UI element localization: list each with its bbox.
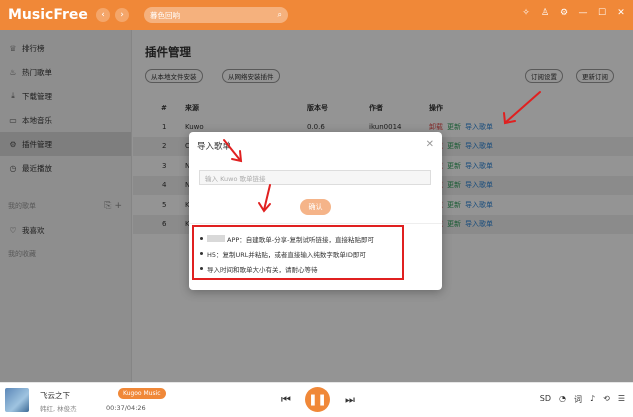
speed-icon[interactable]: ◔ bbox=[559, 394, 566, 405]
next-icon[interactable]: ⏭ bbox=[345, 393, 355, 407]
arrow-to-dialog-title bbox=[223, 139, 241, 161]
volume-icon[interactable]: ♪ bbox=[590, 394, 595, 405]
player-right-controls: SD ◔ 词 ♪ ⟲ ☰ bbox=[540, 394, 625, 405]
play-time: 00:37/04:26 bbox=[106, 404, 146, 412]
player-bar: 飞云之下 韩红, 林俊杰 Kugoo Music 00:37/04:26 ⏮ ❚… bbox=[0, 382, 633, 417]
arrow-to-import-link bbox=[505, 91, 541, 123]
album-cover[interactable] bbox=[5, 388, 29, 412]
pause-icon: ❚❚ bbox=[308, 393, 327, 406]
repeat-icon[interactable]: ⟲ bbox=[603, 394, 610, 405]
playlist-icon[interactable]: ☰ bbox=[618, 394, 625, 405]
lyric-icon[interactable]: 词 bbox=[574, 394, 582, 405]
quality-toggle[interactable]: SD bbox=[540, 394, 551, 405]
source-badge: Kugoo Music bbox=[118, 388, 166, 399]
song-artist: 韩红, 林俊杰 bbox=[40, 405, 77, 413]
previous-icon[interactable]: ⏮ bbox=[281, 393, 291, 407]
pause-button[interactable]: ❚❚ bbox=[305, 387, 330, 412]
song-title[interactable]: 飞云之下 bbox=[40, 390, 70, 401]
annotation-arrows bbox=[223, 91, 541, 213]
